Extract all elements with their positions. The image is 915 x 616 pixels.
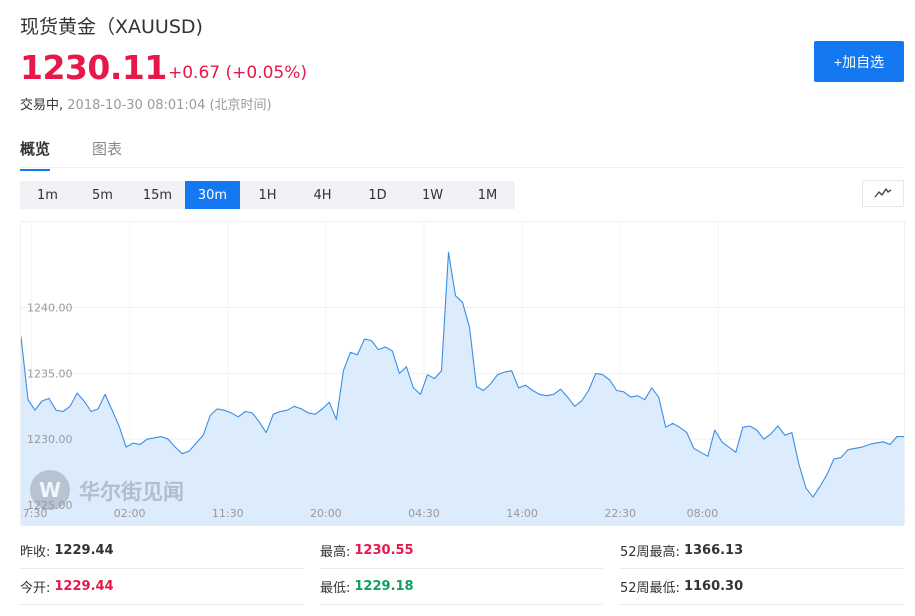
- x-tick-label: 22:30: [604, 507, 636, 520]
- stat-value: 1366.13: [683, 543, 744, 558]
- quote-timestamp: 2018-10-30 08:01:04 (北京时间): [67, 98, 272, 113]
- price-chart-svg: W华尔街见闻1240.001235.001230.001225.0017:300…: [21, 222, 906, 526]
- watermark-text: 华尔街见闻: [79, 479, 184, 504]
- stat-prev-close: 昨收: 1229.44: [20, 533, 303, 569]
- x-tick-label: 14:00: [506, 507, 538, 520]
- add-watchlist-button[interactable]: +加自选: [814, 41, 904, 82]
- current-price: 1230.11: [20, 48, 167, 87]
- period-selector: 1m 5m 15m 30m 1H 4H 1D 1W 1M: [20, 181, 515, 209]
- period-5m[interactable]: 5m: [75, 181, 130, 209]
- period-1mo[interactable]: 1M: [460, 181, 515, 209]
- chart-type-button[interactable]: [862, 180, 904, 207]
- stat-label: 昨收:: [20, 545, 51, 560]
- period-1m[interactable]: 1m: [20, 181, 75, 209]
- market-state: 交易中,: [20, 98, 64, 113]
- page-title: 现货黄金（XAUUSD): [20, 16, 203, 38]
- x-tick-label: 11:30: [212, 507, 244, 520]
- x-tick-label: 02:00: [114, 507, 146, 520]
- stat-52w-low: 52周最低: 1160.30: [620, 569, 904, 605]
- stat-low: 最低: 1229.18: [320, 569, 603, 605]
- stat-high: 最高: 1230.55: [320, 533, 603, 569]
- stat-label: 今开:: [20, 581, 51, 596]
- view-tabs: 概览 图表: [20, 128, 904, 171]
- stat-value: 1229.18: [354, 579, 414, 594]
- period-1d[interactable]: 1D: [350, 181, 405, 209]
- period-1h[interactable]: 1H: [240, 181, 295, 209]
- price-chart[interactable]: W华尔街见闻1240.001235.001230.001225.0017:300…: [20, 221, 906, 526]
- stat-open: 今开: 1229.44: [20, 569, 303, 605]
- stat-value: 1229.44: [54, 579, 114, 594]
- line-chart-icon: [874, 184, 892, 203]
- tab-overview[interactable]: 概览: [20, 138, 51, 171]
- stat-label: 52周最高:: [620, 545, 680, 560]
- x-tick-label: 08:00: [687, 507, 719, 520]
- price-change: +0.67 (+0.05%): [168, 63, 308, 83]
- trade-status: 交易中, 2018-10-30 08:01:04 (北京时间): [20, 94, 272, 113]
- tab-chart[interactable]: 图表: [92, 138, 122, 169]
- y-tick-label: 1240.00: [27, 302, 73, 315]
- stat-label: 52周最低:: [620, 581, 680, 596]
- x-tick-label: 04:30: [408, 507, 440, 520]
- stat-value: 1230.55: [354, 543, 414, 558]
- stat-52w-high: 52周最高: 1366.13: [620, 533, 904, 569]
- stat-value: 1229.44: [54, 543, 114, 558]
- y-tick-label: 1230.00: [27, 433, 73, 446]
- stat-label: 最高:: [320, 545, 351, 560]
- x-tick-label: 17:30: [21, 507, 47, 520]
- period-15m[interactable]: 15m: [130, 181, 185, 209]
- stat-label: 最低:: [320, 581, 351, 596]
- period-30m[interactable]: 30m: [185, 181, 240, 209]
- period-1w[interactable]: 1W: [405, 181, 460, 209]
- stat-value: 1160.30: [683, 579, 744, 594]
- period-4h[interactable]: 4H: [295, 181, 350, 209]
- x-tick-label: 20:00: [310, 507, 342, 520]
- y-tick-label: 1235.00: [27, 367, 73, 380]
